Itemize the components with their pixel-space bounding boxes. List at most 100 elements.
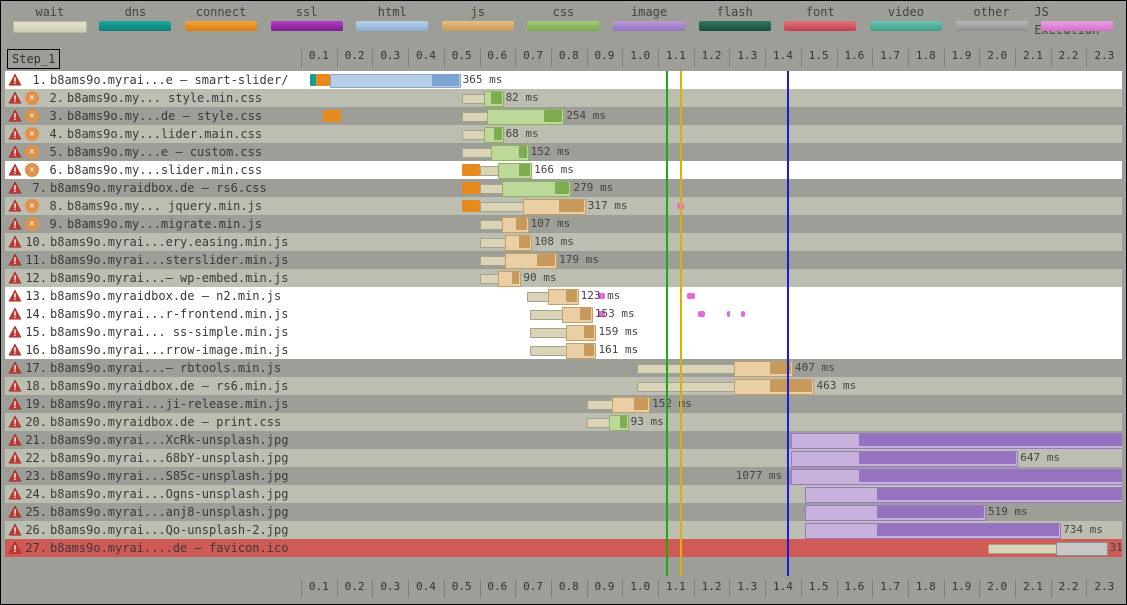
request-name-cell[interactable]: 23.b8ams9o.myrai...S85c-unsplash.jpg	[5, 469, 301, 483]
timing-bar-cell[interactable]: 108 ms	[305, 233, 1122, 251]
request-name-cell[interactable]: 21.b8ams9o.myrai...XcRk-unsplash.jpg	[5, 433, 301, 447]
time-tick: 1.0	[622, 580, 658, 598]
request-rows: 1.b8ams9o.myrai...e – smart-slider/365 m…	[5, 71, 1122, 576]
request-url: b8ams9o.my...migrate.min.js	[67, 217, 262, 231]
request-row[interactable]: 24.b8ams9o.myrai...Ogns-unsplash.jpg 956 …	[5, 485, 1122, 503]
timing-bar-cell[interactable]: 123 ms	[305, 287, 1122, 305]
request-row[interactable]: 25.b8ams9o.myrai...anj8-unsplash.jpg 519 …	[5, 503, 1122, 521]
request-name-cell[interactable]: 5.b8ams9o.my...e – custom.css	[5, 145, 301, 159]
request-row[interactable]: 15.b8ams9o.myrai... ss-simple.min.js 159 …	[5, 323, 1122, 341]
timing-bar-cell[interactable]: 519 ms	[305, 503, 1122, 521]
request-row[interactable]: 4.b8ams9o.my...lider.main.css 68 ms	[5, 125, 1122, 143]
request-name-cell[interactable]: 6.b8ams9o.my...slider.min.css	[5, 163, 301, 177]
timing-bar-cell[interactable]: 166 ms	[305, 161, 1122, 179]
request-name-cell[interactable]: 20.b8ams9o.myraidbox.de – print.css	[5, 415, 301, 429]
legend-label: JS Execution	[1034, 3, 1120, 21]
request-name-cell[interactable]: 17.b8ams9o.myrai...– rbtools.min.js	[5, 361, 301, 375]
request-name-cell[interactable]: 27.b8ams9o.myrai....de – favicon.ico	[5, 541, 301, 555]
timing-bar-cell[interactable]: 90 ms	[305, 269, 1122, 287]
timing-bar-cell[interactable]: 161 ms	[305, 341, 1122, 359]
timing-bar-cell[interactable]: 82 ms	[305, 89, 1122, 107]
time-tick: 2.3	[1086, 49, 1122, 67]
request-name-cell[interactable]: 16.b8ams9o.myrai...rrow-image.min.js	[5, 343, 301, 357]
timing-segment	[316, 74, 330, 86]
request-name-cell[interactable]: 4.b8ams9o.my...lider.main.css	[5, 127, 301, 141]
request-name-cell[interactable]: 8.b8ams9o.my... jquery.min.js	[5, 199, 301, 213]
request-name-cell[interactable]: 10.b8ams9o.myrai...ery.easing.min.js	[5, 235, 301, 249]
request-row[interactable]: 1.b8ams9o.myrai...e – smart-slider/365 m…	[5, 71, 1122, 89]
marker-start-render	[666, 71, 668, 576]
timing-bar-cell[interactable]: 68 ms	[305, 125, 1122, 143]
timing-bar-cell[interactable]: 152 ms	[305, 395, 1122, 413]
request-row[interactable]: 7.b8ams9o.myraidbox.de – rs6.css 279 ms	[5, 179, 1122, 197]
request-url: b8ams9o.myrai...– wp-embed.min.js	[50, 271, 288, 285]
request-name-cell[interactable]: 11.b8ams9o.myrai...sterslider.min.js	[5, 253, 301, 267]
request-name-cell[interactable]: 24.b8ams9o.myrai...Ogns-unsplash.jpg	[5, 487, 301, 501]
request-name-cell[interactable]: 2.b8ams9o.my... style.min.css	[5, 91, 301, 105]
request-name-cell[interactable]: 19.b8ams9o.myrai...ji-release.min.js	[5, 397, 301, 411]
request-row[interactable]: 18.b8ams9o.myraidbox.de – rs6.min.js 463 …	[5, 377, 1122, 395]
timing-bar-cell[interactable]: 179 ms	[305, 251, 1122, 269]
timing-bar-cell[interactable]: 159 ms	[305, 323, 1122, 341]
timing-segment	[462, 164, 480, 176]
request-row[interactable]: 26.b8ams9o.myrai...Qo-unsplash-2.jpg 734 …	[5, 521, 1122, 539]
request-name-cell[interactable]: 22.b8ams9o.myrai...68bY-unsplash.jpg	[5, 451, 301, 465]
request-row[interactable]: 21.b8ams9o.myrai...XcRk-unsplash.jpg 976 …	[5, 431, 1122, 449]
request-row[interactable]: 27.b8ams9o.myrai....de – favicon.ico 317 …	[5, 539, 1122, 557]
legend-label: ssl	[296, 3, 318, 21]
request-row[interactable]: 11.b8ams9o.myrai...sterslider.min.js 179 …	[5, 251, 1122, 269]
request-row[interactable]: 22.b8ams9o.myrai...68bY-unsplash.jpg 647 …	[5, 449, 1122, 467]
timing-bar-cell[interactable]: 647 ms	[305, 449, 1122, 467]
request-name-cell[interactable]: 14.b8ams9o.myrai...r-frontend.min.js	[5, 307, 301, 321]
timing-segment	[877, 506, 984, 518]
request-row[interactable]: 13.b8ams9o.myraidbox.de – n2.min.js 123 m…	[5, 287, 1122, 305]
timing-bar-cell[interactable]: 407 ms	[305, 359, 1122, 377]
request-row[interactable]: 6.b8ams9o.my...slider.min.css 166 ms	[5, 161, 1122, 179]
request-name-cell[interactable]: 7.b8ams9o.myraidbox.de – rs6.css	[5, 181, 301, 195]
timing-bar-cell[interactable]: 279 ms	[305, 179, 1122, 197]
timing-bar-cell[interactable]: 317 ms	[305, 197, 1122, 215]
timing-bar-cell[interactable]: 734 ms	[305, 521, 1122, 539]
request-name-cell[interactable]: 12.b8ams9o.myrai...– wp-embed.min.js	[5, 271, 301, 285]
timing-bar-cell[interactable]: 956 ms	[305, 485, 1122, 503]
request-name-cell[interactable]: 3.b8ams9o.my...de – style.css	[5, 109, 301, 123]
timing-bar-cell[interactable]: 152 ms	[305, 143, 1122, 161]
request-index: 21.	[25, 433, 47, 447]
request-index: 17.	[25, 361, 47, 375]
timing-bar-cell[interactable]: 107 ms	[305, 215, 1122, 233]
request-row[interactable]: 9.b8ams9o.my...migrate.min.js 107 ms	[5, 215, 1122, 233]
request-name-cell[interactable]: 25.b8ams9o.myrai...anj8-unsplash.jpg	[5, 505, 301, 519]
request-row[interactable]: 10.b8ams9o.myrai...ery.easing.min.js 108 …	[5, 233, 1122, 251]
request-row[interactable]: 19.b8ams9o.myrai...ji-release.min.js 152 …	[5, 395, 1122, 413]
request-row[interactable]: 3.b8ams9o.my...de – style.css 254 ms	[5, 107, 1122, 125]
request-name-cell[interactable]: 1.b8ams9o.myrai...e – smart-slider/	[5, 73, 301, 87]
timing-segment	[480, 238, 507, 248]
request-name-cell[interactable]: 13.b8ams9o.myraidbox.de – n2.min.js	[5, 289, 301, 303]
request-row[interactable]: 16.b8ams9o.myrai...rrow-image.min.js 161 …	[5, 341, 1122, 359]
timing-bar-cell[interactable]: 93 ms	[305, 413, 1122, 431]
duration-label: 123 ms	[581, 289, 621, 302]
timing-bar-cell[interactable]: 463 ms	[305, 377, 1122, 395]
request-row[interactable]: 2.b8ams9o.my... style.min.css 82 ms	[5, 89, 1122, 107]
request-row[interactable]: 17.b8ams9o.myrai...– rbtools.min.js 407 m…	[5, 359, 1122, 377]
request-name-cell[interactable]: 15.b8ams9o.myrai... ss-simple.min.js	[5, 325, 301, 339]
request-name-cell[interactable]: 18.b8ams9o.myraidbox.de – rs6.min.js	[5, 379, 301, 393]
timing-bar-cell[interactable]: 976 ms	[305, 431, 1122, 449]
request-row[interactable]: 8.b8ams9o.my... jquery.min.js 317 ms	[5, 197, 1122, 215]
request-index: 25.	[25, 505, 47, 519]
request-row[interactable]: 5.b8ams9o.my...e – custom.css 152 ms	[5, 143, 1122, 161]
legend-swatch	[699, 21, 771, 31]
request-row[interactable]: 23.b8ams9o.myrai...S85c-unsplash.jpg 1077…	[5, 467, 1122, 485]
time-tick: 0.9	[587, 580, 623, 598]
timing-bar-cell[interactable]: 365 ms	[305, 71, 1122, 89]
request-row[interactable]: 20.b8ams9o.myraidbox.de – print.css 93 ms	[5, 413, 1122, 431]
timing-bar-cell[interactable]: 317 ms (404)	[305, 539, 1122, 557]
timing-bar-cell[interactable]: 254 ms	[305, 107, 1122, 125]
request-row[interactable]: 12.b8ams9o.myrai...– wp-embed.min.js 90 m…	[5, 269, 1122, 287]
request-index: 19.	[25, 397, 47, 411]
timing-bar-cell[interactable]: 153 ms	[305, 305, 1122, 323]
request-row[interactable]: 14.b8ams9o.myrai...r-frontend.min.js 153 …	[5, 305, 1122, 323]
timing-bar-cell[interactable]: 1077 ms	[305, 467, 1122, 485]
request-name-cell[interactable]: 9.b8ams9o.my...migrate.min.js	[5, 217, 301, 231]
request-name-cell[interactable]: 26.b8ams9o.myrai...Qo-unsplash-2.jpg	[5, 523, 301, 537]
